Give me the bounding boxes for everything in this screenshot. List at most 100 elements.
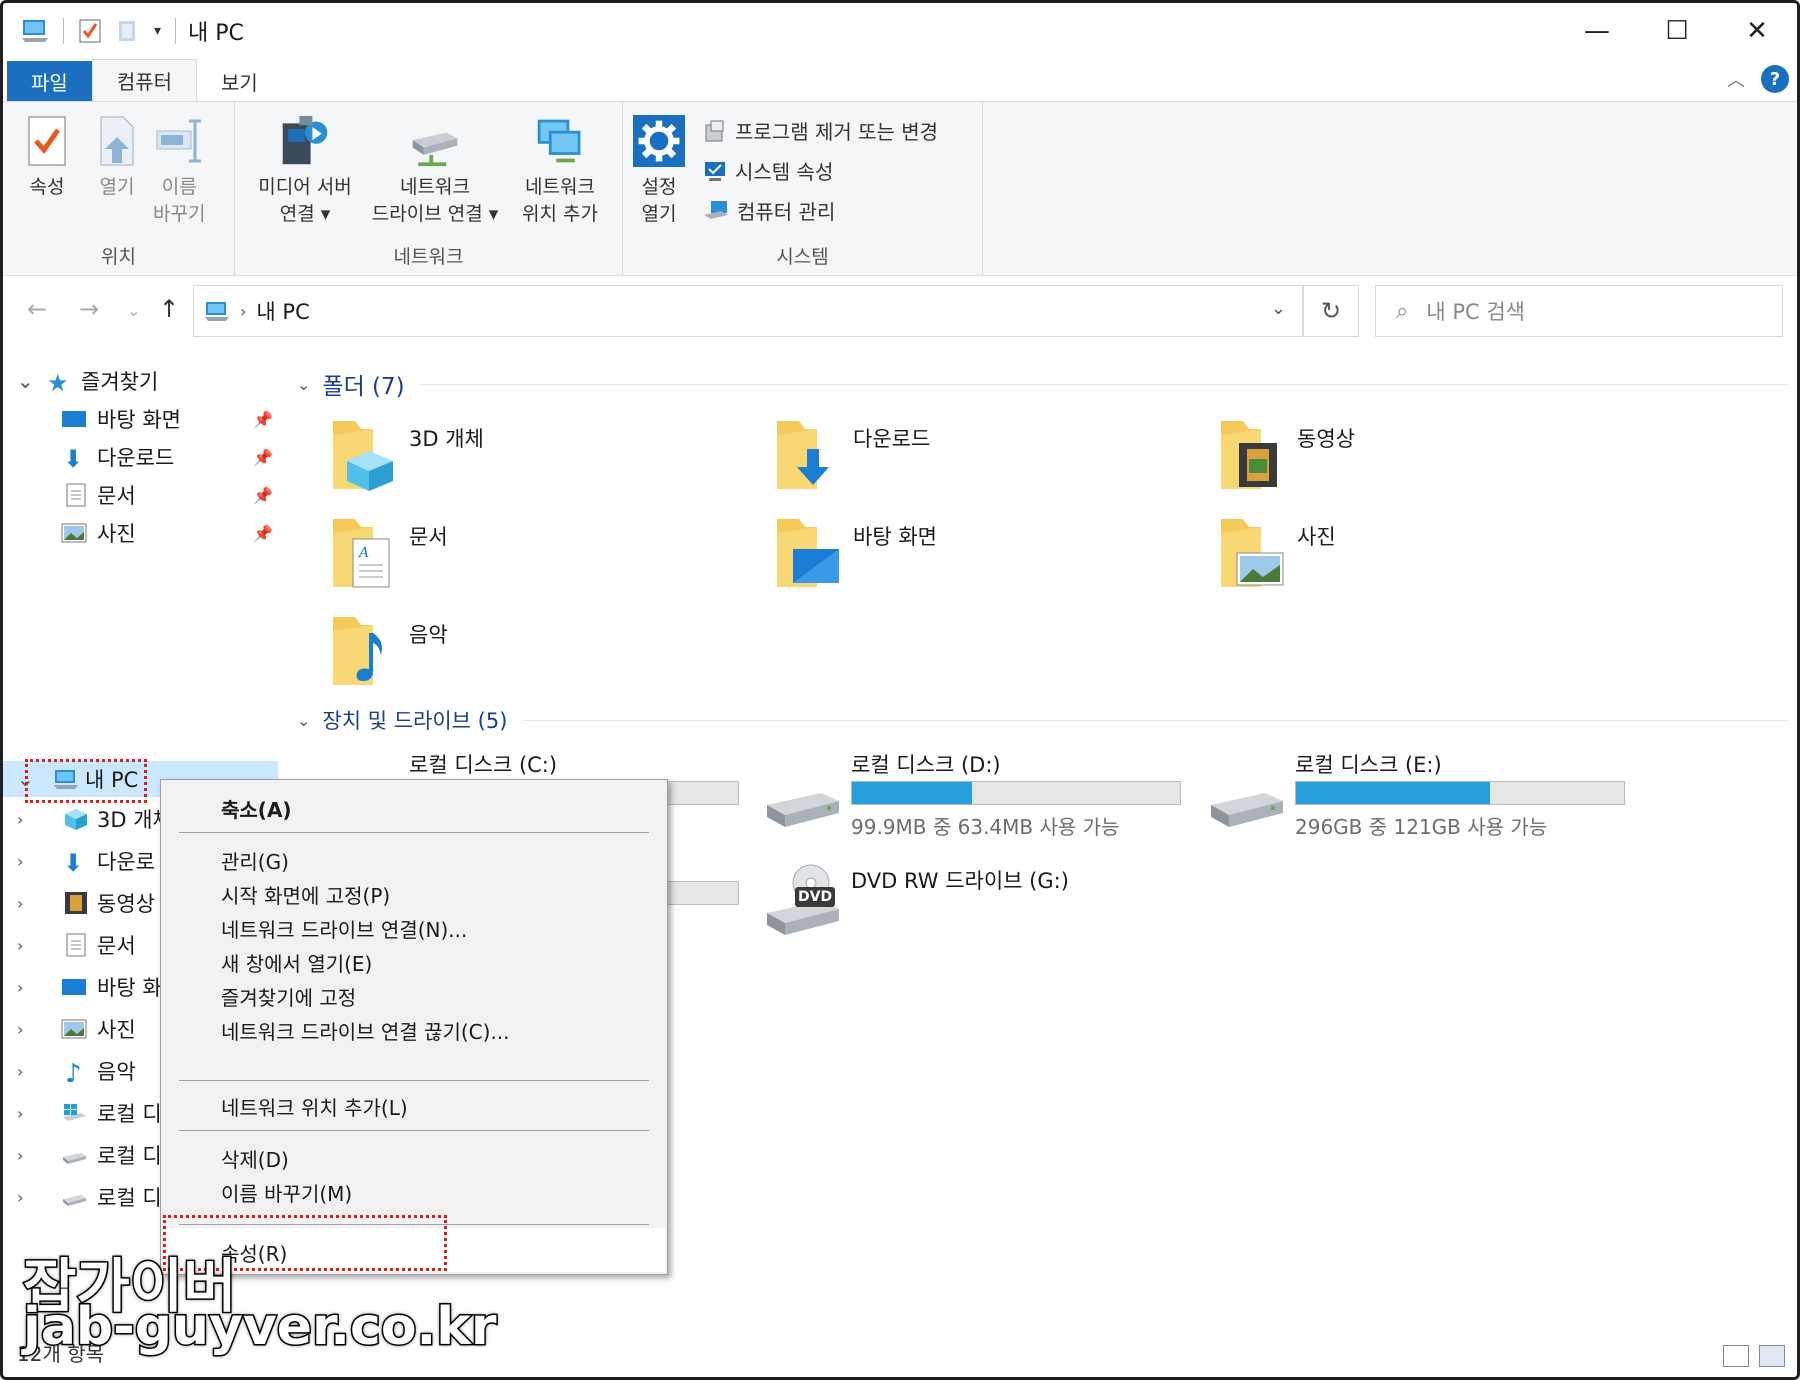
menu-item-pin-start[interactable]: 시작 화면에 고정(P): [221, 880, 390, 909]
map-network-drive-button[interactable]: 네트워크 드라이브 연결 ▾: [365, 112, 505, 228]
menu-item-pin-quick-access[interactable]: 즐겨찾기에 고정: [221, 982, 356, 1011]
pin-icon[interactable]: 📌: [253, 448, 273, 467]
folder-videos[interactable]: 동영상: [1217, 415, 1637, 505]
menu-item-add-network-location[interactable]: 네트워크 위치 추가(L): [221, 1092, 408, 1121]
system-properties-button[interactable]: 시스템 속성: [703, 156, 833, 185]
computer-management-button[interactable]: 컴퓨터 관리: [703, 196, 835, 225]
large-icons-view-icon[interactable]: [1759, 1345, 1785, 1367]
chevron-right-icon[interactable]: ›: [17, 852, 23, 871]
pin-icon[interactable]: 📌: [253, 486, 273, 505]
computer-icon: [205, 302, 229, 321]
pin-icon[interactable]: 📌: [253, 524, 273, 543]
uninstall-icon: [705, 120, 724, 141]
up-button[interactable]: ↑: [159, 295, 179, 323]
chevron-right-icon[interactable]: ›: [17, 1188, 23, 1207]
svg-text:A: A: [357, 545, 369, 561]
open-icon: [100, 116, 134, 166]
chevron-right-icon[interactable]: ›: [17, 810, 23, 829]
minimize-button[interactable]: —: [1557, 3, 1637, 59]
address-dropdown-icon[interactable]: ⌄: [1271, 298, 1286, 319]
nav-quick-downloads[interactable]: ⬇ 다운로드 📌: [3, 439, 278, 475]
navigation-bar: ← → ⌄ ↑ › 내 PC ⌄ ↻ ⌕ 내 PC 검색: [3, 277, 1797, 343]
forward-button[interactable]: →: [79, 295, 99, 323]
folder-documents[interactable]: A 문서: [329, 513, 749, 603]
tab-view[interactable]: 보기: [197, 61, 282, 101]
folder-music-icon: [333, 617, 382, 685]
back-button[interactable]: ←: [27, 295, 47, 323]
window-controls: — ☐ ✕: [1557, 3, 1797, 59]
menu-item-manage[interactable]: 관리(G): [221, 846, 289, 875]
dvd-badge: DVD: [798, 889, 833, 905]
chevron-right-icon[interactable]: ›: [17, 1020, 23, 1039]
folders-section-header[interactable]: ⌄ 폴더 (7): [297, 367, 1787, 401]
tab-file[interactable]: 파일: [7, 61, 92, 101]
folder-desktop-icon: [777, 519, 839, 587]
folder-downloads[interactable]: 다운로드: [773, 415, 1193, 505]
drive-d-usage-bar: [851, 781, 1181, 805]
menu-item-delete[interactable]: 삭제(D): [221, 1144, 289, 1173]
highlight-this-pc: [25, 759, 147, 803]
drives-section-header[interactable]: ⌄ 장치 및 드라이브 (5): [297, 705, 1787, 735]
add-network-location-button[interactable]: 네트워크 위치 추가: [505, 112, 615, 228]
nav-quick-desktop[interactable]: 바탕 화면 📌: [3, 401, 278, 437]
collapse-ribbon-icon[interactable]: ︿: [1727, 66, 1745, 92]
chevron-right-icon[interactable]: ›: [17, 978, 23, 997]
search-box[interactable]: ⌕ 내 PC 검색: [1375, 285, 1783, 337]
chevron-down-icon[interactable]: ⌄: [297, 375, 310, 394]
recent-locations-button[interactable]: ⌄: [127, 301, 140, 320]
chevron-right-icon[interactable]: ›: [17, 1062, 23, 1081]
open-button[interactable]: 열기: [91, 112, 143, 201]
folder-documents-icon: A: [333, 519, 390, 588]
menu-item-map-drive[interactable]: 네트워크 드라이브 연결(N)...: [221, 914, 467, 943]
open-settings-button[interactable]: 설정 열기: [633, 112, 685, 228]
maximize-button[interactable]: ☐: [1637, 3, 1717, 59]
3d-cube-icon: [65, 809, 87, 830]
chevron-right-icon[interactable]: ›: [17, 936, 23, 955]
chevron-right-icon[interactable]: ›: [17, 1146, 23, 1165]
folder-desktop[interactable]: 바탕 화면: [773, 513, 1193, 603]
tab-computer[interactable]: 컴퓨터: [91, 59, 198, 101]
uninstall-program-button[interactable]: 프로그램 제거 또는 변경: [703, 116, 938, 145]
system-properties-icon: [705, 161, 725, 181]
chevron-right-icon[interactable]: ›: [17, 894, 23, 913]
address-bar[interactable]: › 내 PC ⌄: [193, 285, 1303, 337]
help-icon[interactable]: ?: [1761, 65, 1789, 93]
media-server-button[interactable]: 미디어 서버 연결 ▾: [245, 112, 365, 228]
nav-quick-access[interactable]: ⌄ ★ 즐겨찾기: [3, 363, 278, 399]
details-view-icon[interactable]: [1723, 1345, 1749, 1367]
menu-item-open-new-window[interactable]: 새 창에서 열기(E): [221, 948, 372, 977]
menu-item-rename[interactable]: 이름 바꾸기(M): [221, 1178, 352, 1207]
folder-3d-objects[interactable]: 3D 개체: [329, 415, 749, 505]
customize-qa-icon[interactable]: ▾: [154, 23, 161, 39]
new-folder-icon[interactable]: [116, 18, 140, 44]
menu-item-disconnect-drive[interactable]: 네트워크 드라이브 연결 끊기(C)...: [221, 1016, 510, 1045]
ribbon: 속성 열기 이름 바꾸기 위치 미디어 서버 연결 ▾ 네트워크 드라이브 연결…: [3, 101, 1797, 277]
rename-button[interactable]: 이름 바꾸기: [153, 112, 205, 228]
quick-access-toolbar: ▾: [21, 18, 177, 44]
drive-g-dvd[interactable]: DVD DVD RW 드라이브 (G:): [763, 863, 1193, 953]
drive-icon: [63, 1195, 86, 1206]
drive-e[interactable]: 로컬 디스크 (E:) 296GB 중 121GB 사용 가능: [1207, 749, 1637, 839]
chevron-down-icon[interactable]: ⌄: [297, 711, 310, 730]
ribbon-tabs: 파일 컴퓨터 보기 ︿ ?: [3, 59, 1797, 101]
properties-check-icon[interactable]: [78, 18, 102, 44]
window-title: 내 PC: [188, 21, 244, 46]
chevron-down-icon[interactable]: ⌄: [17, 369, 34, 393]
menu-item-collapse[interactable]: 축소(A): [221, 794, 292, 823]
folder-music[interactable]: 음악: [329, 611, 749, 701]
pin-icon[interactable]: 📌: [253, 410, 273, 429]
group-label-network: 네트워크: [393, 246, 464, 268]
nav-quick-pictures[interactable]: 사진 📌: [3, 515, 278, 551]
menu-separator: [179, 832, 649, 833]
refresh-button[interactable]: ↻: [1303, 285, 1359, 337]
close-button[interactable]: ✕: [1717, 3, 1797, 59]
ribbon-controls: ︿ ?: [1727, 65, 1789, 93]
folder-pictures[interactable]: 사진: [1217, 513, 1637, 603]
properties-button[interactable]: 속성: [21, 112, 73, 201]
drive-icon: [63, 1153, 86, 1164]
drive-d[interactable]: 로컬 디스크 (D:) 99.9MB 중 63.4MB 사용 가능: [763, 749, 1193, 839]
desktop-icon: [62, 979, 86, 995]
nav-quick-documents[interactable]: 문서 📌: [3, 477, 278, 513]
breadcrumb[interactable]: 내 PC: [256, 296, 309, 326]
chevron-right-icon[interactable]: ›: [17, 1104, 23, 1123]
